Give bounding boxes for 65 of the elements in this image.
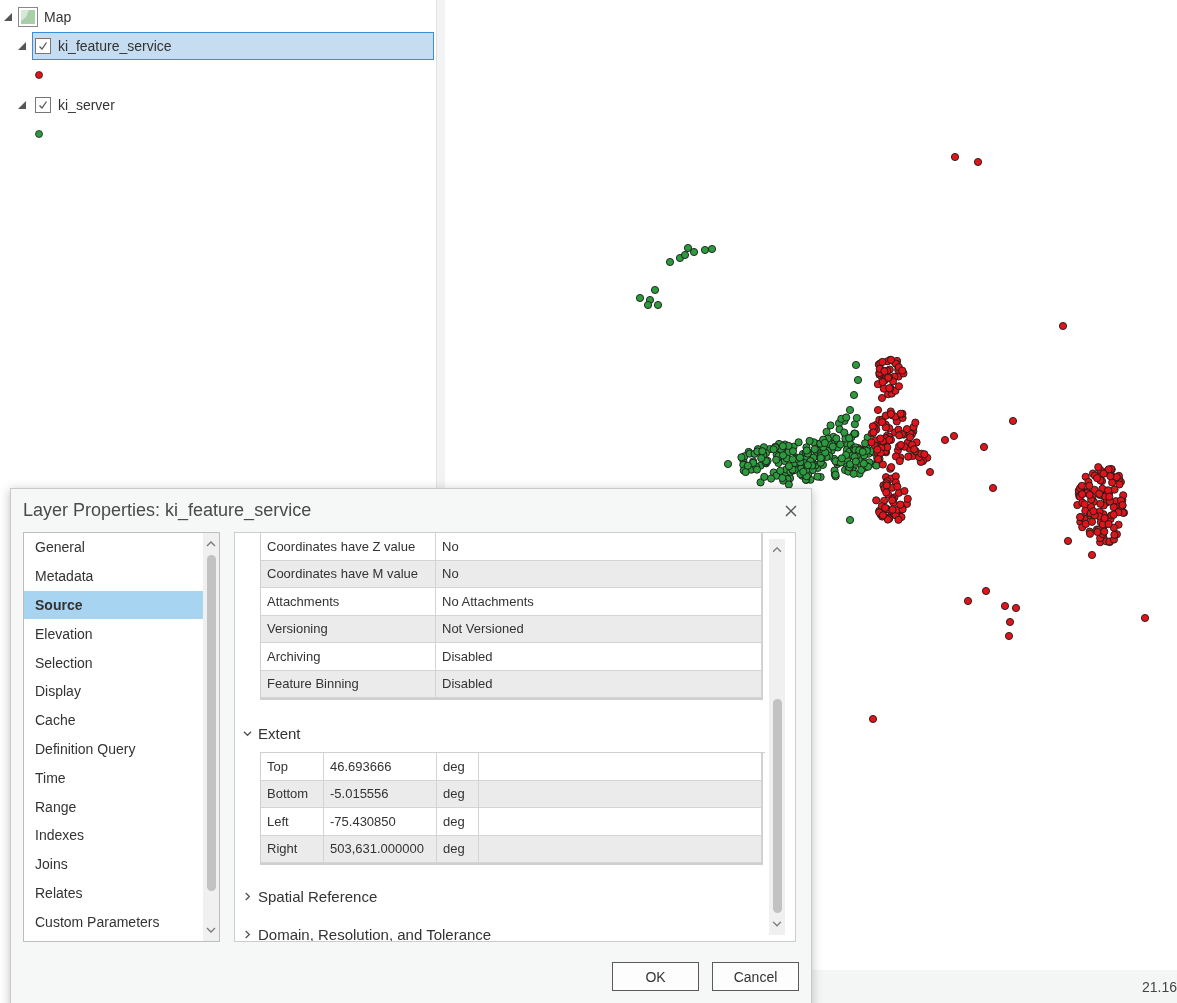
page-list-item[interactable]: Custom Parameters: [24, 907, 203, 937]
extent-cell: -75.430850: [324, 808, 437, 836]
page-list-item[interactable]: Cache: [24, 705, 203, 735]
extent-cell: 46.693666: [324, 753, 437, 781]
section-header[interactable]: Domain, Resolution, and Tolerance: [243, 915, 492, 941]
property-name: Versioning: [261, 615, 436, 643]
checkmark-icon: [38, 100, 48, 110]
property-name: Archiving: [261, 643, 436, 671]
extent-cell: deg: [437, 780, 479, 808]
page-list-item[interactable]: Source: [24, 590, 203, 620]
dialog-title: Layer Properties: ki_feature_service: [23, 500, 312, 521]
page-list-item[interactable]: Elevation: [24, 619, 203, 649]
chevron-icon: [243, 891, 252, 901]
ok-button[interactable]: OK: [612, 962, 699, 991]
extent-cell: deg: [437, 808, 479, 836]
page-list-item[interactable]: Definition Query: [24, 734, 203, 764]
section-header[interactable]: Spatial Reference: [243, 877, 378, 915]
property-value: Not Versioned: [436, 615, 762, 643]
expand-triangle-icon[interactable]: [18, 101, 26, 109]
extent-cell: Bottom: [261, 780, 324, 808]
section-header[interactable]: Extent: [243, 714, 301, 752]
page-list-item[interactable]: Display: [24, 677, 203, 706]
extent-cell: 503,631.000000: [324, 835, 437, 863]
chevron-down-icon[interactable]: [772, 919, 782, 929]
expand-triangle-icon[interactable]: [18, 42, 26, 50]
layer-checkbox[interactable]: [35, 38, 51, 54]
scrollbar[interactable]: [769, 539, 785, 935]
chevron-icon: [243, 929, 252, 939]
page-list-item[interactable]: Metadata: [24, 561, 203, 591]
property-name: Attachments: [261, 588, 436, 616]
map-scale-text: 21.16: [1141, 978, 1177, 995]
expand-triangle-icon[interactable]: [4, 13, 12, 21]
chevron-up-icon[interactable]: [206, 539, 216, 549]
page-list-item[interactable]: Range: [24, 792, 203, 821]
layer-item[interactable]: ki_server: [32, 91, 434, 119]
layer-item[interactable]: ki_feature_service: [32, 32, 434, 60]
page-list-item[interactable]: Time: [24, 763, 203, 793]
extent-cell: deg: [437, 753, 479, 781]
extent-cell: Right: [261, 835, 324, 863]
chevron-icon: [243, 728, 252, 738]
property-value: Disabled: [436, 643, 762, 671]
page-list-item[interactable]: Selection: [24, 648, 203, 677]
chevron-down-icon[interactable]: [206, 925, 216, 935]
page-list-item[interactable]: Indexes: [24, 820, 203, 850]
property-name: Coordinates have Z value: [261, 533, 436, 561]
extent-cell: Top: [261, 753, 324, 781]
extent-cell: deg: [437, 835, 479, 863]
checkmark-icon: [38, 41, 48, 51]
map-label[interactable]: Map: [44, 9, 72, 25]
extent-cell: -5.015556: [324, 780, 437, 808]
cancel-button[interactable]: Cancel: [712, 962, 799, 991]
page-list-item[interactable]: General: [24, 533, 203, 562]
chevron-up-icon[interactable]: [772, 545, 782, 555]
map-icon: [18, 7, 38, 27]
page-list-item[interactable]: Joins: [24, 849, 203, 879]
property-value: No: [436, 560, 762, 588]
extent-cell: Left: [261, 808, 324, 836]
property-name: Feature Binning: [261, 670, 436, 698]
property-value: No: [436, 533, 762, 561]
property-value: Disabled: [436, 670, 762, 698]
page-list-item[interactable]: Relates: [24, 878, 203, 908]
property-name: Coordinates have M value: [261, 560, 436, 588]
property-value: No Attachments: [436, 588, 762, 616]
scrollbar[interactable]: [203, 533, 219, 941]
layer-checkbox[interactable]: [35, 97, 51, 113]
